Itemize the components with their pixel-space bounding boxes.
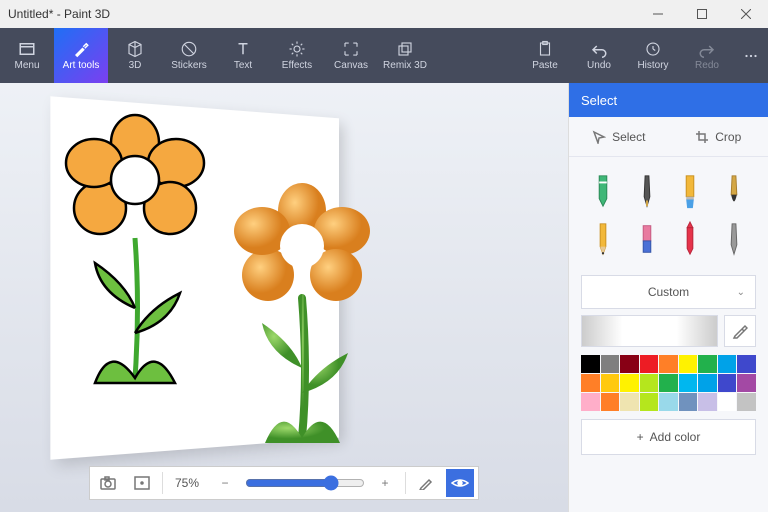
crayon-brush[interactable] [671, 217, 711, 261]
color-swatch[interactable] [659, 393, 678, 411]
zoom-out-button[interactable]: − [211, 469, 239, 497]
art-tools-button[interactable]: Art tools [54, 28, 108, 83]
color-swatch[interactable] [620, 393, 639, 411]
minimize-button[interactable] [636, 0, 680, 28]
color-swatch[interactable] [640, 355, 659, 373]
fit-screen-icon[interactable] [128, 469, 156, 497]
titlebar: Untitled* - Paint 3D [0, 0, 768, 28]
color-swatch[interactable] [718, 393, 737, 411]
marker-brush[interactable] [583, 169, 623, 213]
3d-button[interactable]: 3D [108, 28, 162, 83]
color-swatch[interactable] [659, 374, 678, 392]
crop-tool[interactable]: Crop [669, 117, 768, 156]
edit-icon[interactable] [412, 469, 440, 497]
paste-button[interactable]: Paste [518, 28, 572, 83]
color-swatch[interactable] [679, 393, 698, 411]
color-swatch[interactable] [718, 374, 737, 392]
stickers-button[interactable]: Stickers [162, 28, 216, 83]
current-color-swatch[interactable] [581, 315, 718, 347]
camera-icon[interactable] [94, 469, 122, 497]
color-swatch[interactable] [601, 374, 620, 392]
brush-grid [569, 157, 768, 269]
color-swatch[interactable] [659, 355, 678, 373]
oil-brush[interactable] [671, 169, 711, 213]
color-swatch[interactable] [640, 393, 659, 411]
color-swatch[interactable] [698, 355, 717, 373]
side-panel: Select Select Crop Custom ⌄ + Add color [568, 83, 768, 512]
remix-3d-button[interactable]: Remix 3D [378, 28, 432, 83]
toolbar: Menu Art tools 3D Stickers Text Effects … [0, 28, 768, 83]
chevron-down-icon: ⌄ [737, 287, 745, 298]
color-swatch[interactable] [601, 355, 620, 373]
panel-title: Select [569, 83, 768, 117]
color-swatch[interactable] [718, 355, 737, 373]
calligraphy-brush[interactable] [627, 169, 667, 213]
color-swatch[interactable] [698, 393, 717, 411]
watercolor-brush[interactable] [714, 169, 754, 213]
redo-button[interactable]: Redo [680, 28, 734, 83]
color-swatch[interactable] [640, 374, 659, 392]
zoom-in-button[interactable]: + [371, 469, 399, 497]
zoom-bar: 75% − + [89, 466, 479, 500]
color-swatch[interactable] [737, 374, 756, 392]
thickness-dropdown[interactable]: Custom ⌄ [581, 275, 756, 309]
maximize-button[interactable] [680, 0, 724, 28]
history-button[interactable]: History [626, 28, 680, 83]
color-swatch[interactable] [581, 355, 600, 373]
color-swatch[interactable] [601, 393, 620, 411]
text-button[interactable]: Text [216, 28, 270, 83]
color-swatch[interactable] [737, 393, 756, 411]
undo-button[interactable]: Undo [572, 28, 626, 83]
pencil-brush[interactable] [583, 217, 623, 261]
close-button[interactable] [724, 0, 768, 28]
flower-3d [210, 183, 400, 463]
color-palette [581, 355, 756, 411]
plus-icon: + [637, 430, 644, 444]
select-tool[interactable]: Select [569, 117, 669, 156]
menu-button[interactable]: Menu [0, 28, 54, 83]
zoom-value: 75% [169, 476, 205, 490]
zoom-slider[interactable] [245, 475, 365, 491]
add-color-button[interactable]: + Add color [581, 419, 756, 455]
color-swatch[interactable] [679, 355, 698, 373]
color-swatch[interactable] [581, 374, 600, 392]
window-title: Untitled* - Paint 3D [8, 7, 110, 21]
effects-button[interactable]: Effects [270, 28, 324, 83]
color-swatch[interactable] [620, 355, 639, 373]
pixel-pen-brush[interactable] [714, 217, 754, 261]
more-button[interactable] [734, 28, 768, 83]
color-swatch[interactable] [620, 374, 639, 392]
canvas-button[interactable]: Canvas [324, 28, 378, 83]
eraser-brush[interactable] [627, 217, 667, 261]
color-swatch[interactable] [698, 374, 717, 392]
view-3d-button[interactable] [446, 469, 474, 497]
color-swatch[interactable] [737, 355, 756, 373]
canvas-area[interactable]: 75% − + [0, 83, 568, 512]
color-swatch[interactable] [581, 393, 600, 411]
eyedropper-button[interactable] [724, 315, 756, 347]
color-swatch[interactable] [679, 374, 698, 392]
